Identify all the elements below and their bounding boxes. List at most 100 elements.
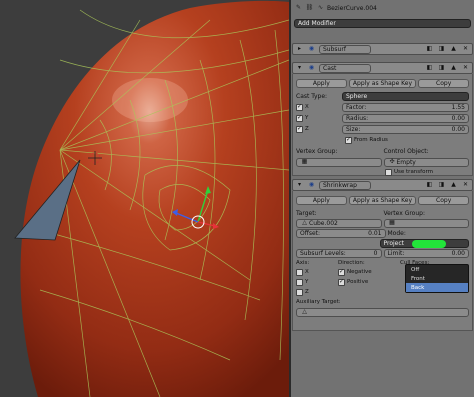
control-object-value: Empty bbox=[396, 158, 416, 166]
close-icon[interactable]: ✕ bbox=[461, 45, 470, 54]
vertex-group-icon: ▦ bbox=[389, 219, 395, 226]
close-icon[interactable]: ✕ bbox=[461, 64, 470, 73]
move-up-icon[interactable]: ▲ bbox=[449, 45, 458, 54]
mode-label: Mode: bbox=[387, 229, 406, 237]
from-radius-checkbox[interactable]: ✓ bbox=[345, 136, 352, 144]
close-icon[interactable]: ✕ bbox=[461, 181, 470, 190]
shrinkwrap-vgroup-field[interactable]: ▦ bbox=[383, 218, 469, 228]
mesh-object-icon: △ bbox=[302, 219, 307, 226]
target-value: Cube.002 bbox=[309, 219, 338, 227]
editmode-toggle-icon[interactable]: ◨ bbox=[437, 45, 446, 54]
subsurf-icon: ◉ bbox=[308, 45, 315, 52]
use-transform-checkbox[interactable] bbox=[385, 168, 392, 176]
shrinkwrap-name-field[interactable]: Shrinkwrap bbox=[319, 180, 371, 190]
cast-name-field[interactable]: Cast bbox=[319, 63, 371, 73]
shrinkwrap-apply-button[interactable]: Apply bbox=[296, 195, 347, 205]
mesh-object-icon: △ bbox=[302, 308, 307, 315]
3d-viewport[interactable] bbox=[0, 0, 289, 397]
pin-icon[interactable]: ✎ bbox=[294, 4, 303, 13]
cast-modifier-header[interactable]: ▾ ◉ Cast ◧ ◨ ▲ ✕ bbox=[292, 62, 473, 74]
shrinkwrap-icon: ◉ bbox=[308, 181, 315, 188]
positive-checkbox[interactable]: ✓ bbox=[338, 278, 345, 286]
negative-checkbox[interactable]: ✓ bbox=[338, 268, 345, 276]
breadcrumb: ✎ ⛓ ∿ BezierCurve.004 bbox=[294, 3, 471, 13]
subsurf-modifier-header[interactable]: ▸ ◉ Subsurf ◧ ◨ ▲ ✕ bbox=[292, 43, 473, 55]
size-label: Size: bbox=[346, 125, 361, 133]
cast-type-dropdown[interactable]: Sphere bbox=[342, 91, 469, 101]
shrinkwrap-modifier-header[interactable]: ▾ ◉ Shrinkwrap ◧ ◨ ▲ ✕ bbox=[292, 179, 473, 191]
target-label: Target: bbox=[296, 209, 317, 217]
cast-apply-shape-button[interactable]: Apply as Shape Key bbox=[348, 78, 417, 88]
object-name: BezierCurve.004 bbox=[327, 4, 377, 12]
cast-axis-x-checkbox[interactable]: ✓ bbox=[296, 103, 303, 111]
subsurf-name-field[interactable]: Subsurf bbox=[319, 44, 371, 54]
empty-object-icon: ✣ bbox=[389, 158, 395, 165]
expand-arrow-icon[interactable]: ▸ bbox=[295, 45, 304, 54]
cast-apply-button[interactable]: Apply bbox=[296, 78, 347, 88]
axis-y-checkbox[interactable] bbox=[296, 278, 303, 286]
editmode-toggle-icon[interactable]: ◨ bbox=[437, 64, 446, 73]
cull-option-back[interactable]: Back bbox=[406, 283, 468, 292]
cast-icon: ◉ bbox=[308, 64, 315, 71]
negative-label: Negative bbox=[347, 269, 372, 275]
curve-data-icon: ∿ bbox=[317, 4, 324, 11]
cast-axis-x-label: X bbox=[305, 104, 309, 110]
offset-value: 0.01 bbox=[368, 229, 382, 237]
axis-x-label: X bbox=[305, 269, 309, 275]
cast-axis-y-checkbox[interactable]: ✓ bbox=[296, 114, 303, 122]
subsurf-levels-value: 0 bbox=[373, 249, 378, 257]
factor-value: 1.55 bbox=[451, 103, 465, 111]
cull-faces-menu: Off Front Back bbox=[405, 264, 469, 293]
move-up-icon[interactable]: ▲ bbox=[449, 64, 458, 73]
subsurf-levels-label: Subsurf Levels: bbox=[300, 249, 346, 257]
add-modifier-dropdown[interactable]: Add Modifier bbox=[294, 18, 471, 28]
cast-vgroup-field[interactable]: ▦ bbox=[296, 157, 382, 167]
offset-field[interactable]: Offset: 0.01 bbox=[296, 228, 386, 238]
cast-panel: Apply Apply as Shape Key Copy Cast Type:… bbox=[292, 74, 473, 176]
target-field[interactable]: △ Cube.002 bbox=[296, 218, 382, 228]
radius-value: 0.00 bbox=[451, 114, 465, 122]
editmode-toggle-icon[interactable]: ◨ bbox=[437, 181, 446, 190]
chain-icon: ⛓ bbox=[305, 4, 314, 11]
green-highlight-mark bbox=[411, 239, 446, 248]
auxiliary-target-field[interactable]: △ bbox=[296, 307, 469, 317]
specular-highlight bbox=[112, 78, 188, 122]
render-toggle-icon[interactable]: ◧ bbox=[425, 181, 434, 190]
axis-y-label: Y bbox=[305, 279, 309, 285]
cast-radius-field[interactable]: Radius: 0.00 bbox=[342, 113, 469, 123]
axis-z-label: Z bbox=[305, 289, 309, 295]
shrinkwrap-copy-button[interactable]: Copy bbox=[418, 195, 469, 205]
render-toggle-icon[interactable]: ◧ bbox=[425, 64, 434, 73]
axis-x-checkbox[interactable] bbox=[296, 268, 303, 276]
cast-axis-y-label: Y bbox=[305, 115, 309, 121]
viewport-scene[interactable] bbox=[0, 0, 289, 397]
cast-axis-z-checkbox[interactable]: ✓ bbox=[296, 125, 303, 133]
subsurf-levels-field[interactable]: Subsurf Levels: 0 bbox=[296, 248, 382, 258]
properties-editor: ✎ ⛓ ∿ BezierCurve.004 Add Modifier ▸ ◉ S… bbox=[289, 0, 474, 397]
limit-field[interactable]: Limit: 0.00 bbox=[383, 248, 469, 258]
limit-label: Limit: bbox=[387, 249, 405, 257]
render-toggle-icon[interactable]: ◧ bbox=[425, 45, 434, 54]
size-value: 0.00 bbox=[451, 125, 465, 133]
collapse-arrow-icon[interactable]: ▾ bbox=[295, 181, 304, 190]
radius-label: Radius: bbox=[346, 114, 369, 122]
cast-vgroup-label: Vertex Group: bbox=[296, 147, 338, 155]
from-radius-label: From Radius bbox=[354, 137, 388, 143]
shrinkwrap-apply-shape-button[interactable]: Apply as Shape Key bbox=[348, 195, 417, 205]
axis-z-checkbox[interactable] bbox=[296, 288, 303, 296]
auxiliary-target-label: Auxiliary Target: bbox=[296, 299, 341, 305]
cull-option-off[interactable]: Off bbox=[406, 265, 468, 274]
cast-copy-button[interactable]: Copy bbox=[418, 78, 469, 88]
limit-value: 0.00 bbox=[451, 249, 465, 257]
cull-option-front[interactable]: Front bbox=[406, 274, 468, 283]
move-up-icon[interactable]: ▲ bbox=[449, 181, 458, 190]
control-object-label: Control Object: bbox=[383, 147, 429, 155]
direction-label: Direction: bbox=[338, 260, 365, 266]
mode-dropdown[interactable]: Project bbox=[379, 238, 469, 248]
vertex-group-icon: ▦ bbox=[301, 158, 308, 165]
control-object-field[interactable]: ✣ Empty bbox=[383, 157, 469, 167]
collapse-arrow-icon[interactable]: ▾ bbox=[295, 64, 304, 73]
use-transform-label: Use transform bbox=[394, 169, 433, 175]
cast-size-field[interactable]: Size: 0.00 bbox=[342, 124, 469, 134]
cast-factor-field[interactable]: Factor: 1.55 bbox=[342, 102, 469, 112]
